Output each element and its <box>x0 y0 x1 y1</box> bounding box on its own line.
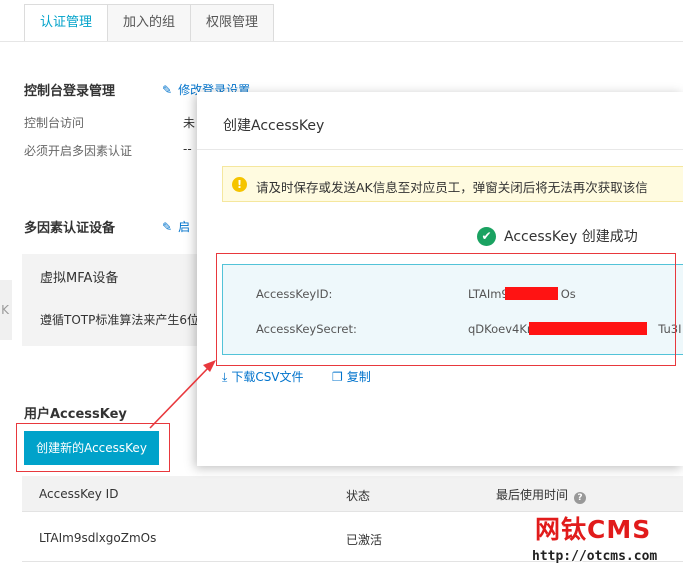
success-text: AccessKey 创建成功 <box>504 229 638 245</box>
tab-permissions[interactable]: 权限管理 <box>191 4 275 42</box>
mfa-required-label: 必须开启多因素认证 <box>24 144 133 158</box>
copy-label: 复制 <box>346 370 371 384</box>
annotation-box-keys <box>216 253 676 366</box>
warning-banner: ! 请及时保存或发送AK信息至对应员工，弹窗关闭后将无法再次获取该信 <box>222 166 683 202</box>
tab-bar: 认证管理 加入的组 权限管理 <box>24 4 275 42</box>
help-icon[interactable]: ? <box>574 492 587 504</box>
console-login-title: 控制台登录管理 <box>24 84 116 99</box>
carousel-prev-button[interactable]: K <box>0 280 12 340</box>
header-last-used: 最后使用时间? <box>496 486 587 504</box>
virtual-mfa-title: 虚拟MFA设备 <box>40 271 119 286</box>
download-csv-link[interactable]: ⤓ 下载CSV文件 <box>222 368 304 385</box>
row-status: 已激活 <box>346 533 383 547</box>
dialog-divider <box>197 149 683 150</box>
download-icon: ⤓ <box>222 370 228 384</box>
enable-mfa-link[interactable]: ✎ 启 <box>162 218 190 235</box>
row-accesskey-id: LTAIm9sdlxgoZmOs <box>39 531 157 545</box>
warning-icon: ! <box>232 177 247 192</box>
pencil-icon: ✎ <box>162 83 173 97</box>
success-message: ✔ AccessKey 创建成功 <box>477 226 638 246</box>
header-status: 状态 <box>346 489 371 503</box>
annotation-box-button <box>16 423 170 472</box>
dialog-title: 创建AccessKey <box>223 118 325 134</box>
copy-link[interactable]: ❐ 复制 <box>332 368 371 385</box>
enable-mfa-label: 启 <box>178 220 191 234</box>
console-access-label: 控制台访问 <box>24 116 85 130</box>
mfa-device-title: 多因素认证设备 <box>24 221 116 236</box>
accesskey-table-header: AccessKey ID 状态 最后使用时间? <box>22 476 683 512</box>
copy-icon: ❐ <box>332 370 343 384</box>
watermark-url: http://otcms.com <box>532 549 658 564</box>
check-circle-icon: ✔ <box>477 226 496 246</box>
virtual-mfa-desc: 遵循TOTP标准算法来产生6位数 <box>40 313 211 327</box>
header-accesskey-id: AccessKey ID <box>39 487 119 501</box>
header-last-used-label: 最后使用时间 <box>496 488 569 502</box>
mfa-required-value: -- <box>183 142 192 156</box>
user-accesskey-title: 用户AccessKey <box>24 407 127 422</box>
tab-joined-groups[interactable]: 加入的组 <box>108 4 192 42</box>
warning-text: 请及时保存或发送AK信息至对应员工，弹窗关闭后将无法再次获取该信 <box>256 180 648 195</box>
watermark-logo: 网钛CMS <box>535 515 652 544</box>
pencil-icon: ✎ <box>162 220 173 234</box>
tab-auth-management[interactable]: 认证管理 <box>24 4 109 42</box>
console-access-value: 未 <box>183 116 196 130</box>
tab-divider <box>0 41 683 42</box>
download-csv-label: 下载CSV文件 <box>231 370 304 384</box>
